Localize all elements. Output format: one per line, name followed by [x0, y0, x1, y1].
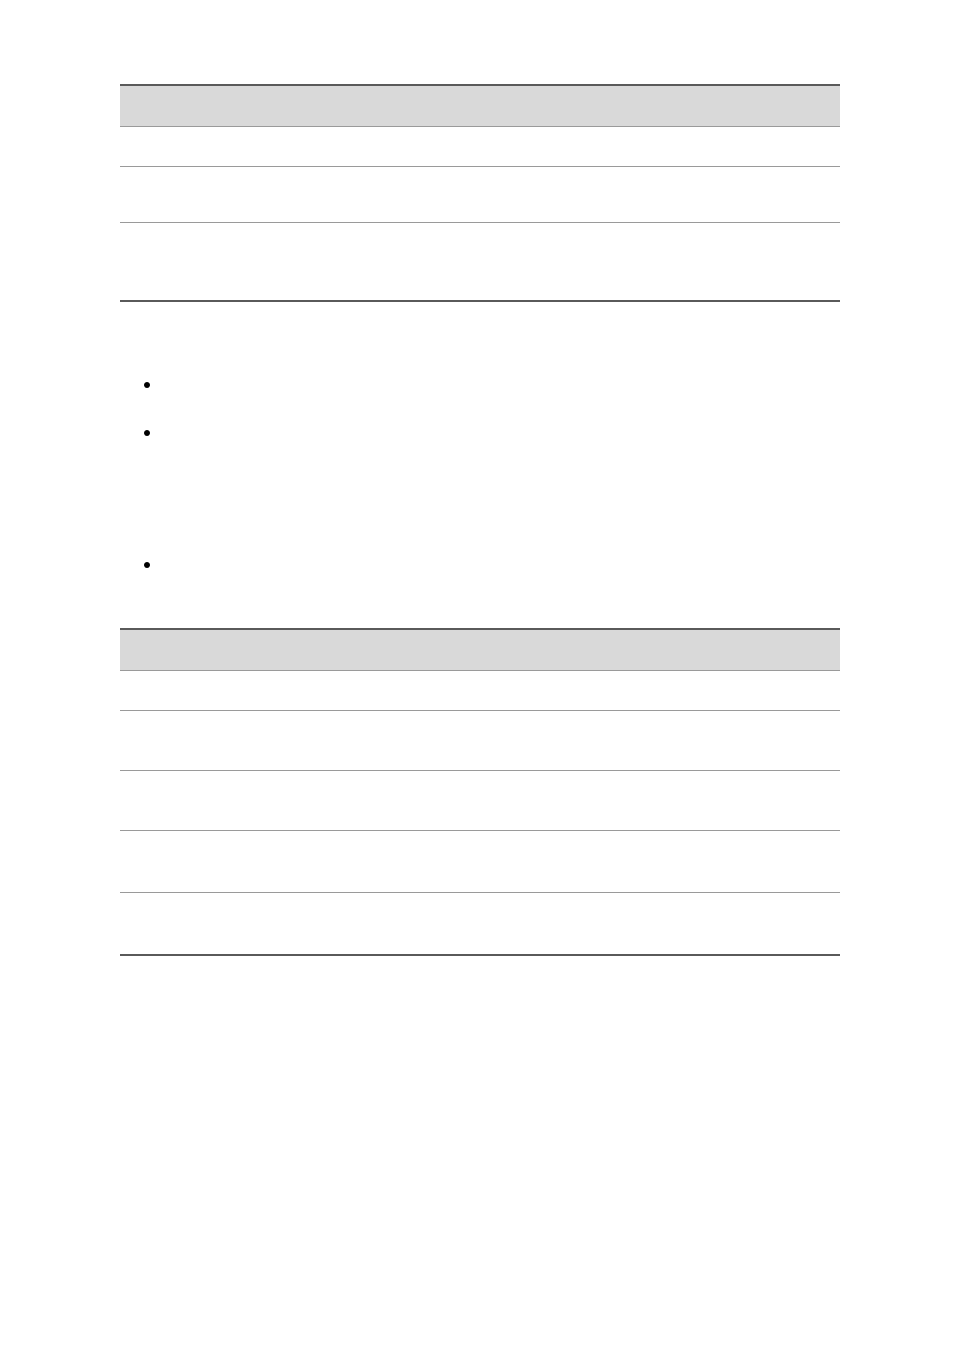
table-b-header-row: [120, 630, 840, 670]
table-cell: [340, 223, 540, 300]
table-row: [120, 770, 840, 830]
table-cell: [365, 831, 595, 892]
table-row: [120, 126, 840, 166]
table-cell: [120, 127, 340, 166]
table-b-header-1: [120, 630, 365, 670]
table-cell: [540, 167, 840, 222]
table-cell: [120, 831, 365, 892]
table-cell: [340, 127, 540, 166]
table-row: [120, 222, 840, 300]
table-cell: [540, 127, 840, 166]
table-cell: [340, 167, 540, 222]
table-row: [120, 892, 840, 954]
list-item: [144, 426, 840, 438]
table-cell: [120, 771, 365, 830]
table-row: [120, 166, 840, 222]
table-row: [120, 670, 840, 710]
table-a-header-3: [540, 86, 840, 126]
page-content: [120, 84, 840, 956]
table-cell: [120, 223, 340, 300]
table-a-header-row: [120, 86, 840, 126]
table-cell: [365, 671, 595, 710]
table-b: [120, 628, 840, 956]
table-cell: [595, 831, 840, 892]
table-a-header-2: [340, 86, 540, 126]
table-row: [120, 710, 840, 770]
table-cell: [595, 771, 840, 830]
table-row: [120, 830, 840, 892]
table-cell: [120, 711, 365, 770]
table-cell: [120, 893, 365, 954]
table-b-header-2: [365, 630, 595, 670]
table-cell: [120, 167, 340, 222]
list-item: [144, 378, 840, 390]
table-cell: [365, 893, 595, 954]
table-cell: [595, 893, 840, 954]
table-cell: [595, 711, 840, 770]
bullet-list: [120, 378, 840, 570]
table-a: [120, 84, 840, 302]
table-a-header-1: [120, 86, 340, 126]
table-cell: [595, 671, 840, 710]
table-cell: [120, 671, 365, 710]
table-cell: [540, 223, 840, 300]
table-cell: [365, 771, 595, 830]
table-b-header-3: [595, 630, 840, 670]
list-item: [144, 558, 840, 570]
table-cell: [365, 711, 595, 770]
